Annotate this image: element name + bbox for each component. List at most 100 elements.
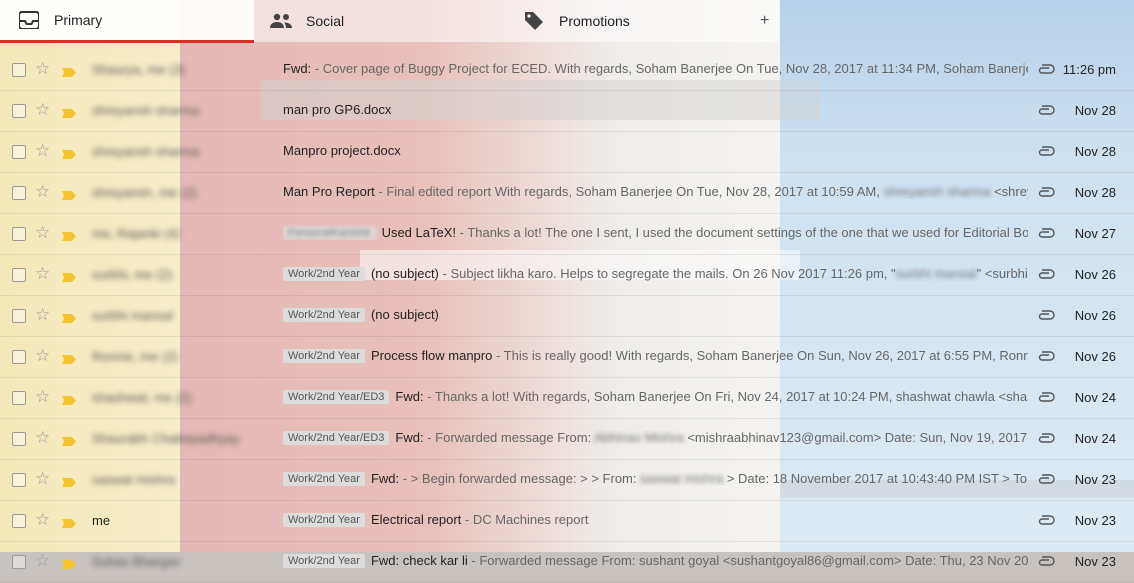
- email-row[interactable]: ☆ me, Rajanki (4) PersonalKanishk Used LaTe…: [0, 214, 1134, 255]
- email-row[interactable]: ☆ surbhi, me (2) Work/2nd Year (no subject)…: [0, 255, 1134, 296]
- email-date: Nov 24: [1074, 390, 1116, 405]
- star-icon[interactable]: ☆: [35, 551, 50, 571]
- email-date: Nov 28: [1074, 103, 1116, 118]
- email-row[interactable]: ☆ Shaurabh Chattopadhyay Work/2nd Year/ED3…: [0, 419, 1134, 460]
- importance-marker-icon[interactable]: [62, 352, 76, 364]
- email-label[interactable]: Work/2nd Year: [283, 554, 365, 568]
- email-subject: Used LaTeX!: [381, 225, 456, 240]
- email-sender: Shaurya, me (3): [92, 62, 186, 77]
- star-icon[interactable]: ☆: [35, 387, 50, 407]
- star-icon[interactable]: ☆: [35, 264, 50, 284]
- email-snippet-redacted: surbhi mansal: [895, 266, 977, 281]
- importance-marker-icon[interactable]: [62, 229, 76, 241]
- tab-primary[interactable]: Primary: [0, 0, 254, 43]
- email-label[interactable]: Work/2nd Year/ED3: [283, 431, 390, 445]
- importance-marker-icon[interactable]: [62, 147, 76, 159]
- email-row[interactable]: ☆ saswat mishra Work/2nd Year Fwd: - > Begi…: [0, 460, 1134, 501]
- select-checkbox[interactable]: [12, 227, 26, 241]
- email-date: Nov 23: [1074, 513, 1116, 528]
- star-icon[interactable]: ☆: [35, 182, 50, 202]
- select-checkbox[interactable]: [12, 432, 26, 446]
- select-checkbox[interactable]: [12, 104, 26, 118]
- email-snippet-tail: > Date: 18 November 2017 at 10:43:40 PM …: [723, 471, 1028, 486]
- tab-social[interactable]: Social: [254, 0, 507, 42]
- select-checkbox[interactable]: [12, 391, 26, 405]
- email-date: Nov 23: [1074, 554, 1116, 569]
- email-subject: Man Pro Report: [283, 184, 375, 199]
- email-sender: saswat mishra: [92, 472, 176, 487]
- importance-marker-icon[interactable]: [62, 434, 76, 446]
- email-subject: Fwd:: [370, 471, 400, 486]
- tab-promotions[interactable]: Promotions: [507, 0, 779, 42]
- star-icon[interactable]: ☆: [35, 510, 50, 530]
- email-sender: Ronnie, me (2): [92, 349, 178, 364]
- importance-marker-icon[interactable]: [62, 557, 76, 569]
- importance-marker-icon[interactable]: [62, 188, 76, 200]
- email-row[interactable]: ☆ shreyansh sharma Manpro project.docx Nov …: [0, 132, 1134, 173]
- email-row[interactable]: ☆ shreyansh, me (2) Man Pro Report - Final…: [0, 173, 1134, 214]
- email-snippet: - > Begin forwarded message: > > From:: [399, 471, 641, 486]
- email-sender: Shaurabh Chattopadhyay: [92, 431, 240, 446]
- importance-marker-icon[interactable]: [62, 106, 76, 118]
- importance-marker-icon[interactable]: [62, 65, 76, 77]
- select-checkbox[interactable]: [12, 555, 26, 569]
- email-label[interactable]: Work/2nd Year: [283, 349, 365, 363]
- email-snippet: - DC Machines report: [461, 512, 589, 527]
- star-icon[interactable]: ☆: [35, 141, 50, 161]
- email-sender: me, Rajanki (4): [92, 226, 181, 241]
- email-label[interactable]: Work/2nd Year: [283, 267, 365, 281]
- email-subject: (no subject): [370, 266, 439, 281]
- email-snippet: - Subject likha karo. Helps to segregate…: [438, 266, 896, 281]
- select-checkbox[interactable]: [12, 350, 26, 364]
- email-date: 11:26 pm: [1062, 62, 1116, 77]
- email-row[interactable]: ☆ me Work/2nd Year Electrical report - DC M…: [0, 501, 1134, 542]
- email-row[interactable]: ☆ Shaurya, me (3) Fwd: - Cover page of Bug…: [0, 50, 1134, 91]
- email-content: Work/2nd Year Process flow manpro - This …: [283, 348, 1028, 363]
- email-content: Work/2nd Year (no subject) - Subject likh…: [283, 266, 1028, 281]
- email-sender: shreyansh sharma: [92, 103, 199, 118]
- importance-marker-icon[interactable]: [62, 475, 76, 487]
- star-icon[interactable]: ☆: [35, 223, 50, 243]
- email-row[interactable]: ☆ shreyansh sharma man pro GP6.docx Nov 28: [0, 91, 1134, 132]
- select-checkbox[interactable]: [12, 473, 26, 487]
- importance-marker-icon[interactable]: [62, 311, 76, 323]
- star-icon[interactable]: ☆: [35, 346, 50, 366]
- email-snippet: - Forwarded message From: sushant goyal …: [467, 553, 1028, 568]
- email-subject: Fwd:: [395, 389, 424, 404]
- email-row[interactable]: ☆ Suhas Bhargav Work/2nd Year Fwd: check ka…: [0, 542, 1134, 583]
- select-checkbox[interactable]: [12, 145, 26, 159]
- email-label[interactable]: PersonalKanishk: [283, 226, 376, 240]
- email-row[interactable]: ☆ shashwat, me (2) Work/2nd Year/ED3 Fwd: -…: [0, 378, 1134, 419]
- importance-marker-icon[interactable]: [62, 270, 76, 282]
- select-checkbox[interactable]: [12, 186, 26, 200]
- email-subject: man pro GP6.docx: [283, 102, 392, 117]
- email-label[interactable]: Work/2nd Year: [283, 308, 365, 322]
- star-icon[interactable]: ☆: [35, 428, 50, 448]
- email-snippet: - This is really good! With regards, Soh…: [492, 348, 1028, 363]
- select-checkbox[interactable]: [12, 514, 26, 528]
- email-row[interactable]: ☆ Ronnie, me (2) Work/2nd Year Process flow…: [0, 337, 1134, 378]
- attachment-icon: [1037, 145, 1055, 157]
- email-row[interactable]: ☆ surbhi mansal Work/2nd Year (no subject) N…: [0, 296, 1134, 337]
- select-checkbox[interactable]: [12, 268, 26, 282]
- attachment-icon: [1037, 63, 1055, 75]
- email-label[interactable]: Work/2nd Year/ED3: [283, 390, 390, 404]
- select-checkbox[interactable]: [12, 63, 26, 77]
- email-label[interactable]: Work/2nd Year: [283, 472, 365, 486]
- star-icon[interactable]: ☆: [35, 59, 50, 79]
- email-snippet-tail: " <surbhim: [976, 266, 1028, 281]
- email-sender: shreyansh, me (2): [92, 185, 197, 200]
- email-snippet: - Final edited report With regards, Soha…: [374, 184, 884, 199]
- tab-label: Promotions: [559, 13, 630, 29]
- importance-marker-icon[interactable]: [62, 393, 76, 405]
- email-subject: Fwd: check kar li: [370, 553, 468, 568]
- star-icon[interactable]: ☆: [35, 469, 50, 489]
- email-label[interactable]: Work/2nd Year: [283, 513, 365, 527]
- attachment-icon: [1037, 473, 1055, 485]
- star-icon[interactable]: ☆: [35, 100, 50, 120]
- star-icon[interactable]: ☆: [35, 305, 50, 325]
- add-tab-button[interactable]: +: [760, 12, 769, 30]
- email-content: PersonalKanishk Used LaTeX! - Thanks a lo…: [283, 225, 1028, 240]
- select-checkbox[interactable]: [12, 309, 26, 323]
- importance-marker-icon[interactable]: [62, 516, 76, 528]
